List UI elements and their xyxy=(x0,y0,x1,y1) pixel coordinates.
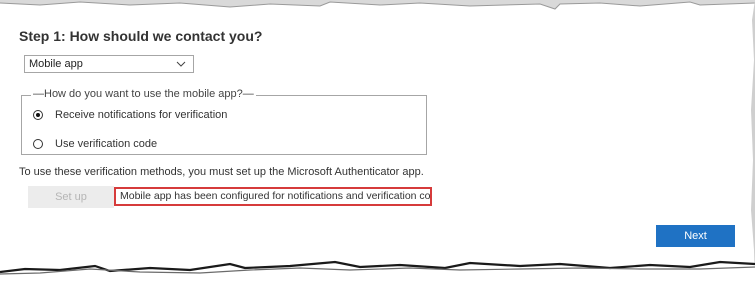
radio-receive-notifications[interactable]: Receive notifications for verification xyxy=(33,108,227,122)
radio-button[interactable] xyxy=(33,139,43,149)
radio-label: Receive notifications for verification xyxy=(55,109,228,121)
mobile-usage-legend-text: How do you want to use the mobile app? xyxy=(44,88,243,100)
torn-paper-right-edge xyxy=(751,0,755,282)
radio-use-verification-code[interactable]: Use verification code xyxy=(33,137,157,151)
set-up-button[interactable]: Set up xyxy=(28,186,114,208)
torn-paper-bottom-edge xyxy=(0,260,755,282)
chevron-down-icon xyxy=(176,61,186,67)
radio-button-checked[interactable] xyxy=(33,110,43,120)
radio-label: Use verification code xyxy=(55,138,158,150)
mfa-setup-page: Step 1: How should we contact you? Mobil… xyxy=(0,0,755,282)
configuration-status-message: Mobile app has been configured for notif… xyxy=(114,187,432,206)
contact-method-select[interactable]: Mobile app xyxy=(24,55,194,73)
next-button[interactable]: Next xyxy=(656,225,735,247)
authenticator-info-text: To use these verification methods, you m… xyxy=(19,166,424,178)
mobile-usage-legend: —How do you want to use the mobile app?— xyxy=(31,88,256,100)
page-title: Step 1: How should we contact you? xyxy=(19,28,263,44)
contact-method-value: Mobile app xyxy=(29,58,83,70)
torn-paper-top-edge xyxy=(0,0,755,10)
